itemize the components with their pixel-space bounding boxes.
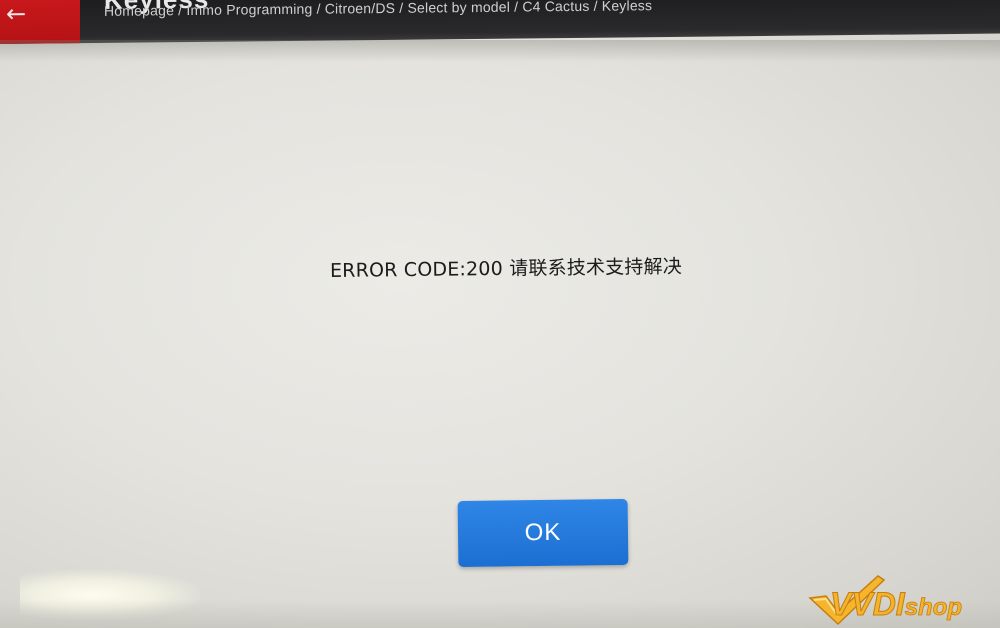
watermark-suffix: shop <box>904 594 963 622</box>
header-shadow <box>0 40 1000 62</box>
back-arrow-icon: ← <box>6 0 27 28</box>
error-message: ERROR CODE:200 请联系技术支持解决 <box>329 255 683 282</box>
header-bar: ← Keyless Homepage / Immo Programming / … <box>0 0 1000 44</box>
device-screen: ← Keyless Homepage / Immo Programming / … <box>0 0 1000 628</box>
watermark-text: VVDIshop <box>830 586 963 623</box>
ok-button[interactable]: OK <box>457 498 629 568</box>
watermark-brand: VVDI <box>830 586 906 623</box>
back-button[interactable]: ← <box>0 0 80 44</box>
vvdishop-watermark-logo: VVDIshop <box>808 572 998 626</box>
breadcrumb: Homepage / Immo Programming / Citroen/DS… <box>104 0 653 19</box>
